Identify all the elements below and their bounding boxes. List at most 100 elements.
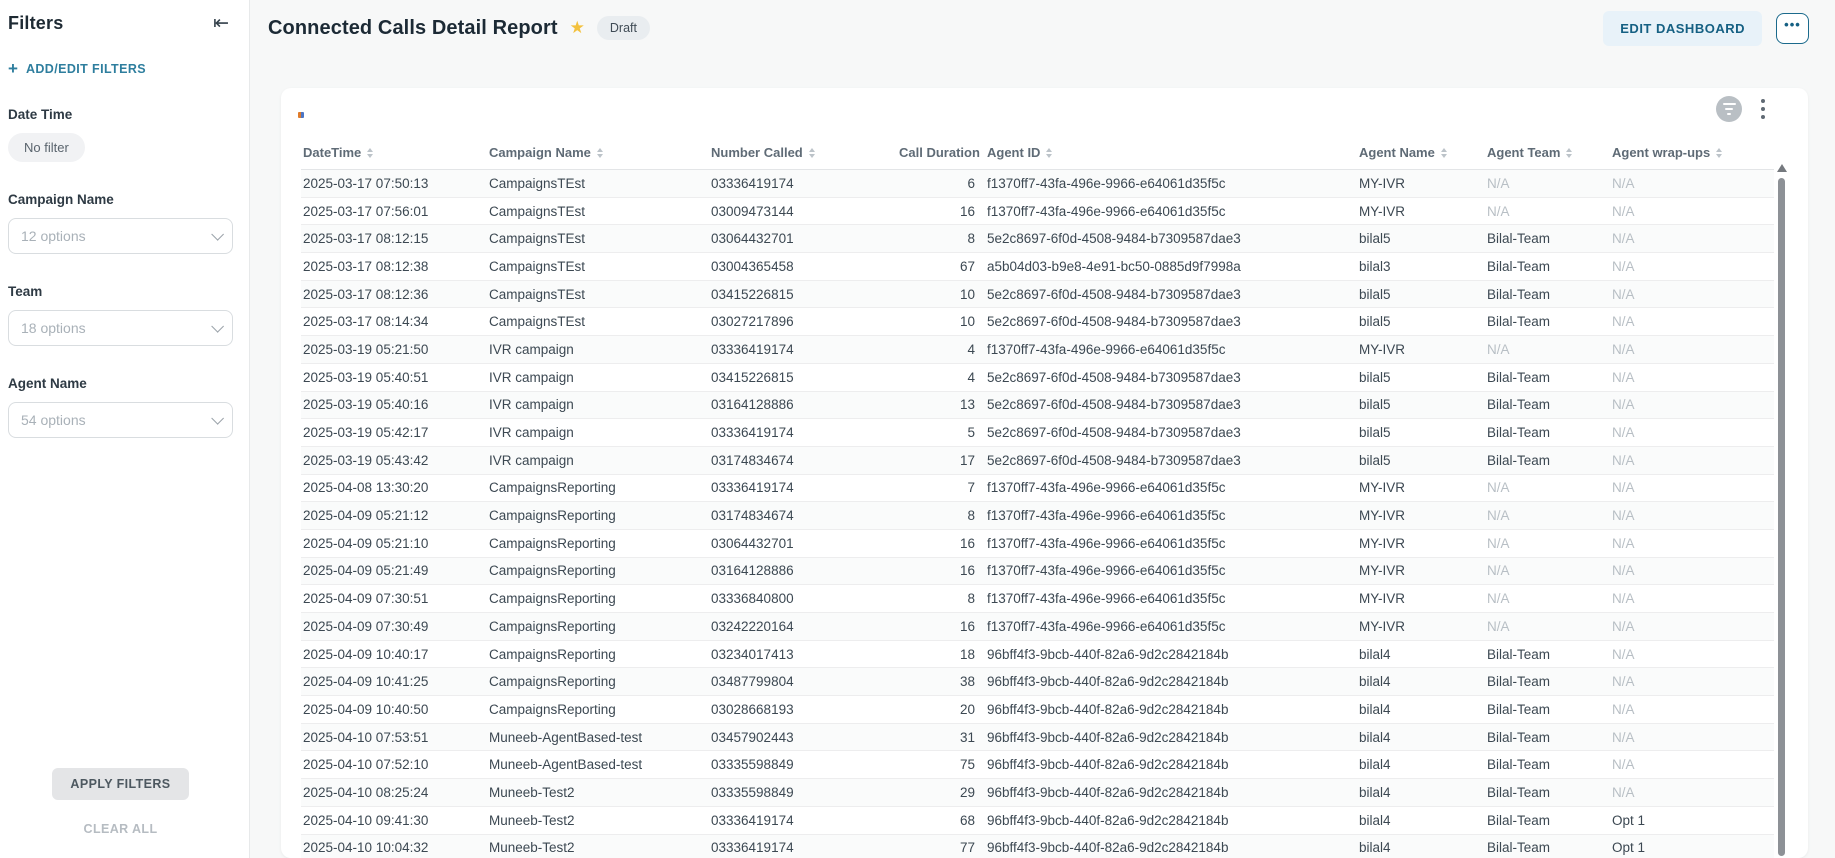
add-edit-filters-button[interactable]: + ADD/EDIT FILTERS [8, 60, 233, 77]
cell-campaign-name: CampaignsReporting [487, 557, 709, 585]
cell-agent-wrap-ups: N/A [1610, 613, 1774, 641]
filter-select[interactable]: 12 options [8, 218, 233, 254]
cell-agent-team: Bilal-Team [1485, 419, 1610, 447]
filter-select[interactable]: 18 options [8, 310, 233, 346]
chevron-down-icon [211, 320, 224, 333]
cell-agent-id: 5e2c8697-6f0d-4508-9484-b7309587dae3 [985, 446, 1357, 474]
cell-number-called: 03028668193 [709, 696, 897, 724]
cell-number-called: 03336419174 [709, 336, 897, 364]
cell-number-called: 03164128886 [709, 557, 897, 585]
main-area: Connected Calls Detail Report ★ Draft ED… [250, 0, 1835, 858]
column-header-agent-wrap-ups[interactable]: Agent wrap-ups [1610, 138, 1774, 170]
cell-number-called: 03174834674 [709, 446, 897, 474]
table-scrollbar[interactable] [1777, 164, 1786, 858]
sort-icon [1046, 148, 1052, 158]
cell-agent-wrap-ups: Opt 1 [1610, 834, 1774, 858]
cell-agent-name: MY-IVR [1357, 502, 1485, 530]
select-value: 54 options [21, 412, 86, 428]
cell-datetime: 2025-04-10 09:41:30 [301, 806, 487, 834]
card-mini-icon [298, 112, 304, 118]
cell-datetime: 2025-04-09 05:21:10 [301, 529, 487, 557]
table-row: 2025-03-17 08:12:36CampaignsTEst03415226… [301, 280, 1774, 308]
column-header-call-duration[interactable]: Call Duration [897, 138, 985, 170]
cell-call-duration: 17 [897, 446, 985, 474]
cell-call-duration: 7 [897, 474, 985, 502]
filter-select[interactable]: 54 options [8, 402, 233, 438]
collapse-sidebar-icon[interactable]: ⇤ [209, 12, 233, 35]
column-header-agent-team[interactable]: Agent Team [1485, 138, 1610, 170]
cell-agent-team: N/A [1485, 585, 1610, 613]
cell-campaign-name: CampaignsReporting [487, 585, 709, 613]
cell-campaign-name: Muneeb-AgentBased-test [487, 751, 709, 779]
cell-agent-id: f1370ff7-43fa-496e-9966-e64061d35f5c [985, 474, 1357, 502]
cell-agent-team: Bilal-Team [1485, 225, 1610, 253]
cell-agent-team: N/A [1485, 197, 1610, 225]
cell-call-duration: 75 [897, 751, 985, 779]
table-kebab-menu-icon[interactable] [1758, 96, 1768, 121]
filter-section-date-time: Date TimeNo filter [8, 107, 233, 162]
cell-call-duration: 16 [897, 197, 985, 225]
cell-agent-wrap-ups: N/A [1610, 640, 1774, 668]
cell-agent-wrap-ups: N/A [1610, 419, 1774, 447]
cell-agent-wrap-ups: N/A [1610, 557, 1774, 585]
column-header-campaign-name[interactable]: Campaign Name [487, 138, 709, 170]
cell-datetime: 2025-03-19 05:21:50 [301, 336, 487, 364]
cell-agent-wrap-ups: N/A [1610, 280, 1774, 308]
table-row: 2025-04-10 07:52:10Muneeb-AgentBased-tes… [301, 751, 1774, 779]
cell-agent-wrap-ups: Opt 1 [1610, 806, 1774, 834]
cell-agent-name: bilal4 [1357, 723, 1485, 751]
cell-agent-team: Bilal-Team [1485, 363, 1610, 391]
scrollbar-thumb[interactable] [1778, 178, 1785, 856]
table-row: 2025-03-19 05:42:17IVR campaign033364191… [301, 419, 1774, 447]
cell-datetime: 2025-04-10 07:52:10 [301, 751, 487, 779]
cell-agent-id: f1370ff7-43fa-496e-9966-e64061d35f5c [985, 585, 1357, 613]
table-filter-icon[interactable] [1716, 96, 1742, 122]
sort-icon [1566, 148, 1572, 158]
cell-campaign-name: CampaignsReporting [487, 696, 709, 724]
cell-agent-wrap-ups: N/A [1610, 668, 1774, 696]
cell-call-duration: 29 [897, 779, 985, 807]
table-row: 2025-04-10 09:41:30Muneeb-Test2033364191… [301, 806, 1774, 834]
cell-call-duration: 16 [897, 529, 985, 557]
sort-icon [597, 148, 603, 158]
cell-campaign-name: CampaignsReporting [487, 613, 709, 641]
cell-agent-team: Bilal-Team [1485, 280, 1610, 308]
cell-agent-name: bilal5 [1357, 225, 1485, 253]
cell-campaign-name: CampaignsReporting [487, 502, 709, 530]
column-header-agent-id[interactable]: Agent ID [985, 138, 1357, 170]
cell-number-called: 03336419174 [709, 474, 897, 502]
cell-datetime: 2025-04-09 10:41:25 [301, 668, 487, 696]
cell-call-duration: 8 [897, 502, 985, 530]
column-header-agent-name[interactable]: Agent Name [1357, 138, 1485, 170]
column-header-number-called[interactable]: Number Called [709, 138, 897, 170]
scroll-up-icon[interactable] [1777, 164, 1787, 172]
cell-agent-team: N/A [1485, 336, 1610, 364]
cell-datetime: 2025-03-17 08:14:34 [301, 308, 487, 336]
cell-campaign-name: CampaignsTEst [487, 253, 709, 281]
favorite-star-icon[interactable]: ★ [570, 18, 585, 38]
filter-label: Agent Name [8, 376, 233, 391]
cell-agent-wrap-ups: N/A [1610, 474, 1774, 502]
cell-number-called: 03336419174 [709, 170, 897, 198]
table-row: 2025-04-09 07:30:49CampaignsReporting032… [301, 613, 1774, 641]
cell-agent-name: bilal5 [1357, 446, 1485, 474]
cell-agent-team: Bilal-Team [1485, 779, 1610, 807]
apply-filters-button[interactable]: APPLY FILTERS [52, 768, 188, 800]
edit-dashboard-button[interactable]: EDIT DASHBOARD [1603, 11, 1762, 46]
cell-campaign-name: CampaignsTEst [487, 170, 709, 198]
clear-all-button[interactable]: CLEAR ALL [84, 822, 158, 836]
cell-call-duration: 10 [897, 308, 985, 336]
cell-number-called: 03242220164 [709, 613, 897, 641]
dashboard-menu-button[interactable]: ••• [1776, 13, 1809, 44]
filter-sections: Date TimeNo filterCampaign Name12 option… [8, 77, 233, 438]
cell-call-duration: 18 [897, 640, 985, 668]
column-header-datetime[interactable]: DateTime [301, 138, 487, 170]
cell-agent-id: 5e2c8697-6f0d-4508-9484-b7309587dae3 [985, 391, 1357, 419]
table-row: 2025-04-09 05:21:10CampaignsReporting030… [301, 529, 1774, 557]
table-row: 2025-04-09 10:40:17CampaignsReporting032… [301, 640, 1774, 668]
filter-section-team: Team18 options [8, 284, 233, 346]
cell-datetime: 2025-04-10 10:04:32 [301, 834, 487, 858]
plus-icon: + [8, 60, 18, 77]
cell-call-duration: 6 [897, 170, 985, 198]
cell-agent-wrap-ups: N/A [1610, 696, 1774, 724]
